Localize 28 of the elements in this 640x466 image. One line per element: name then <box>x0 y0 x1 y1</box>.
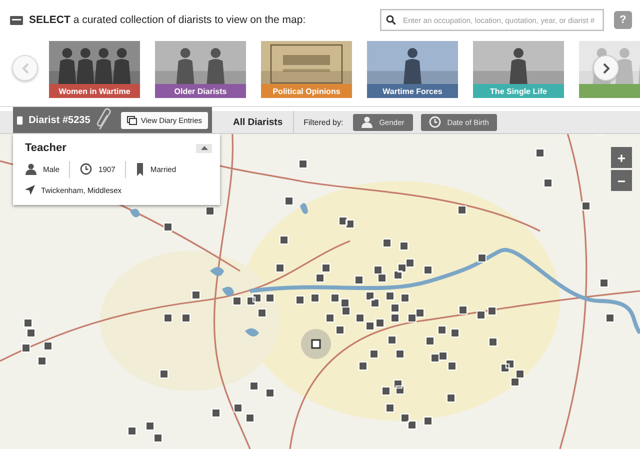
person-icon <box>361 116 374 128</box>
select-prompt: SELECT a curated collection of diarists to view on the map: <box>29 14 307 26</box>
collection-card[interactable]: Women in Wartime <box>49 41 140 98</box>
zoom-in-button[interactable]: + <box>611 147 632 168</box>
clock-icon <box>429 116 442 128</box>
collapse-button[interactable] <box>196 144 212 152</box>
occupation-title: Teacher <box>25 142 68 154</box>
pages-icon <box>126 116 137 124</box>
search-icon <box>386 15 396 25</box>
help-button[interactable]: ? <box>614 11 632 29</box>
collection-card[interactable]: Wartime Forces <box>367 41 458 98</box>
diary-icon <box>17 116 23 124</box>
clock-icon <box>80 163 92 175</box>
person-icon <box>25 163 37 175</box>
diarist-number: Diarist #5235 <box>28 114 90 126</box>
caret-up-icon <box>200 146 208 150</box>
chevron-left-icon <box>22 62 28 74</box>
all-diarists-label: All Diarists <box>233 111 294 133</box>
filter-label: Filtered by: <box>304 118 344 126</box>
zoom-out-button[interactable]: − <box>611 170 632 191</box>
next-button[interactable] <box>593 55 619 81</box>
chevron-right-icon <box>602 62 610 74</box>
bookmark-icon <box>136 162 144 176</box>
location-arrow-icon <box>25 185 35 195</box>
collection-card[interactable]: Political Opinions <box>261 41 352 98</box>
collection-card[interactable]: Older Diarists <box>155 41 246 98</box>
panel-icon <box>10 16 23 24</box>
collection-card[interactable]: The Single Life <box>473 41 564 98</box>
